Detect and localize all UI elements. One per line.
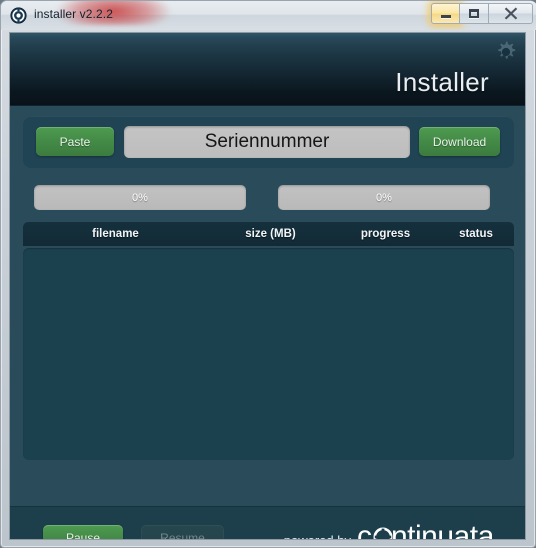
- gear-icon[interactable]: [493, 39, 519, 65]
- app-body: Paste Download 0% 0% filename size (MB) …: [10, 106, 525, 506]
- minimize-button[interactable]: [431, 3, 460, 24]
- window-controls: [431, 3, 533, 24]
- column-header-status[interactable]: status: [438, 228, 514, 240]
- download-button[interactable]: Download: [419, 127, 500, 156]
- column-header-size[interactable]: size (MB): [208, 228, 333, 240]
- window-title: installer v2.2.2: [34, 7, 113, 21]
- svg-text:ntinuata: ntinuata: [391, 520, 495, 540]
- column-header-filename[interactable]: filename: [23, 228, 208, 240]
- installer-app: Installer Paste Download 0%: [9, 32, 526, 540]
- close-button[interactable]: [489, 3, 533, 24]
- serial-entry-card: Paste Download: [23, 116, 514, 168]
- title-bar[interactable]: installer v2.2.2: [1, 1, 536, 30]
- application-window: installer v2.2.2 Installer Paste Serienn…: [0, 0, 536, 548]
- paste-button[interactable]: Paste: [36, 127, 114, 156]
- pause-button[interactable]: Pause: [43, 525, 123, 539]
- minimize-icon: [432, 4, 459, 23]
- install-progress-bar: 0%: [278, 185, 490, 210]
- installer-disc-icon: [10, 7, 27, 24]
- serial-number-input[interactable]: [124, 126, 410, 158]
- continuata-logo: c ntinuata: [357, 519, 509, 540]
- brand-lockup: powered by c ntinuata: [284, 519, 509, 540]
- close-icon: [489, 4, 532, 23]
- download-progress-bar: 0%: [34, 185, 246, 210]
- file-table-header: filename size (MB) progress status: [23, 222, 514, 246]
- page-title: Installer: [395, 67, 489, 97]
- maximize-button[interactable]: [460, 3, 489, 24]
- app-header: Installer: [10, 33, 525, 106]
- app-footer: Pause Resume powered by c ntinuata: [10, 506, 525, 540]
- file-list-panel[interactable]: [23, 248, 514, 460]
- install-progress-label: 0%: [376, 191, 392, 204]
- download-progress-label: 0%: [132, 191, 148, 204]
- powered-by-label: powered by: [284, 533, 351, 539]
- resume-button: Resume: [141, 525, 224, 539]
- svg-text:c: c: [357, 520, 372, 540]
- column-header-progress[interactable]: progress: [333, 228, 438, 240]
- maximize-icon: [460, 4, 488, 23]
